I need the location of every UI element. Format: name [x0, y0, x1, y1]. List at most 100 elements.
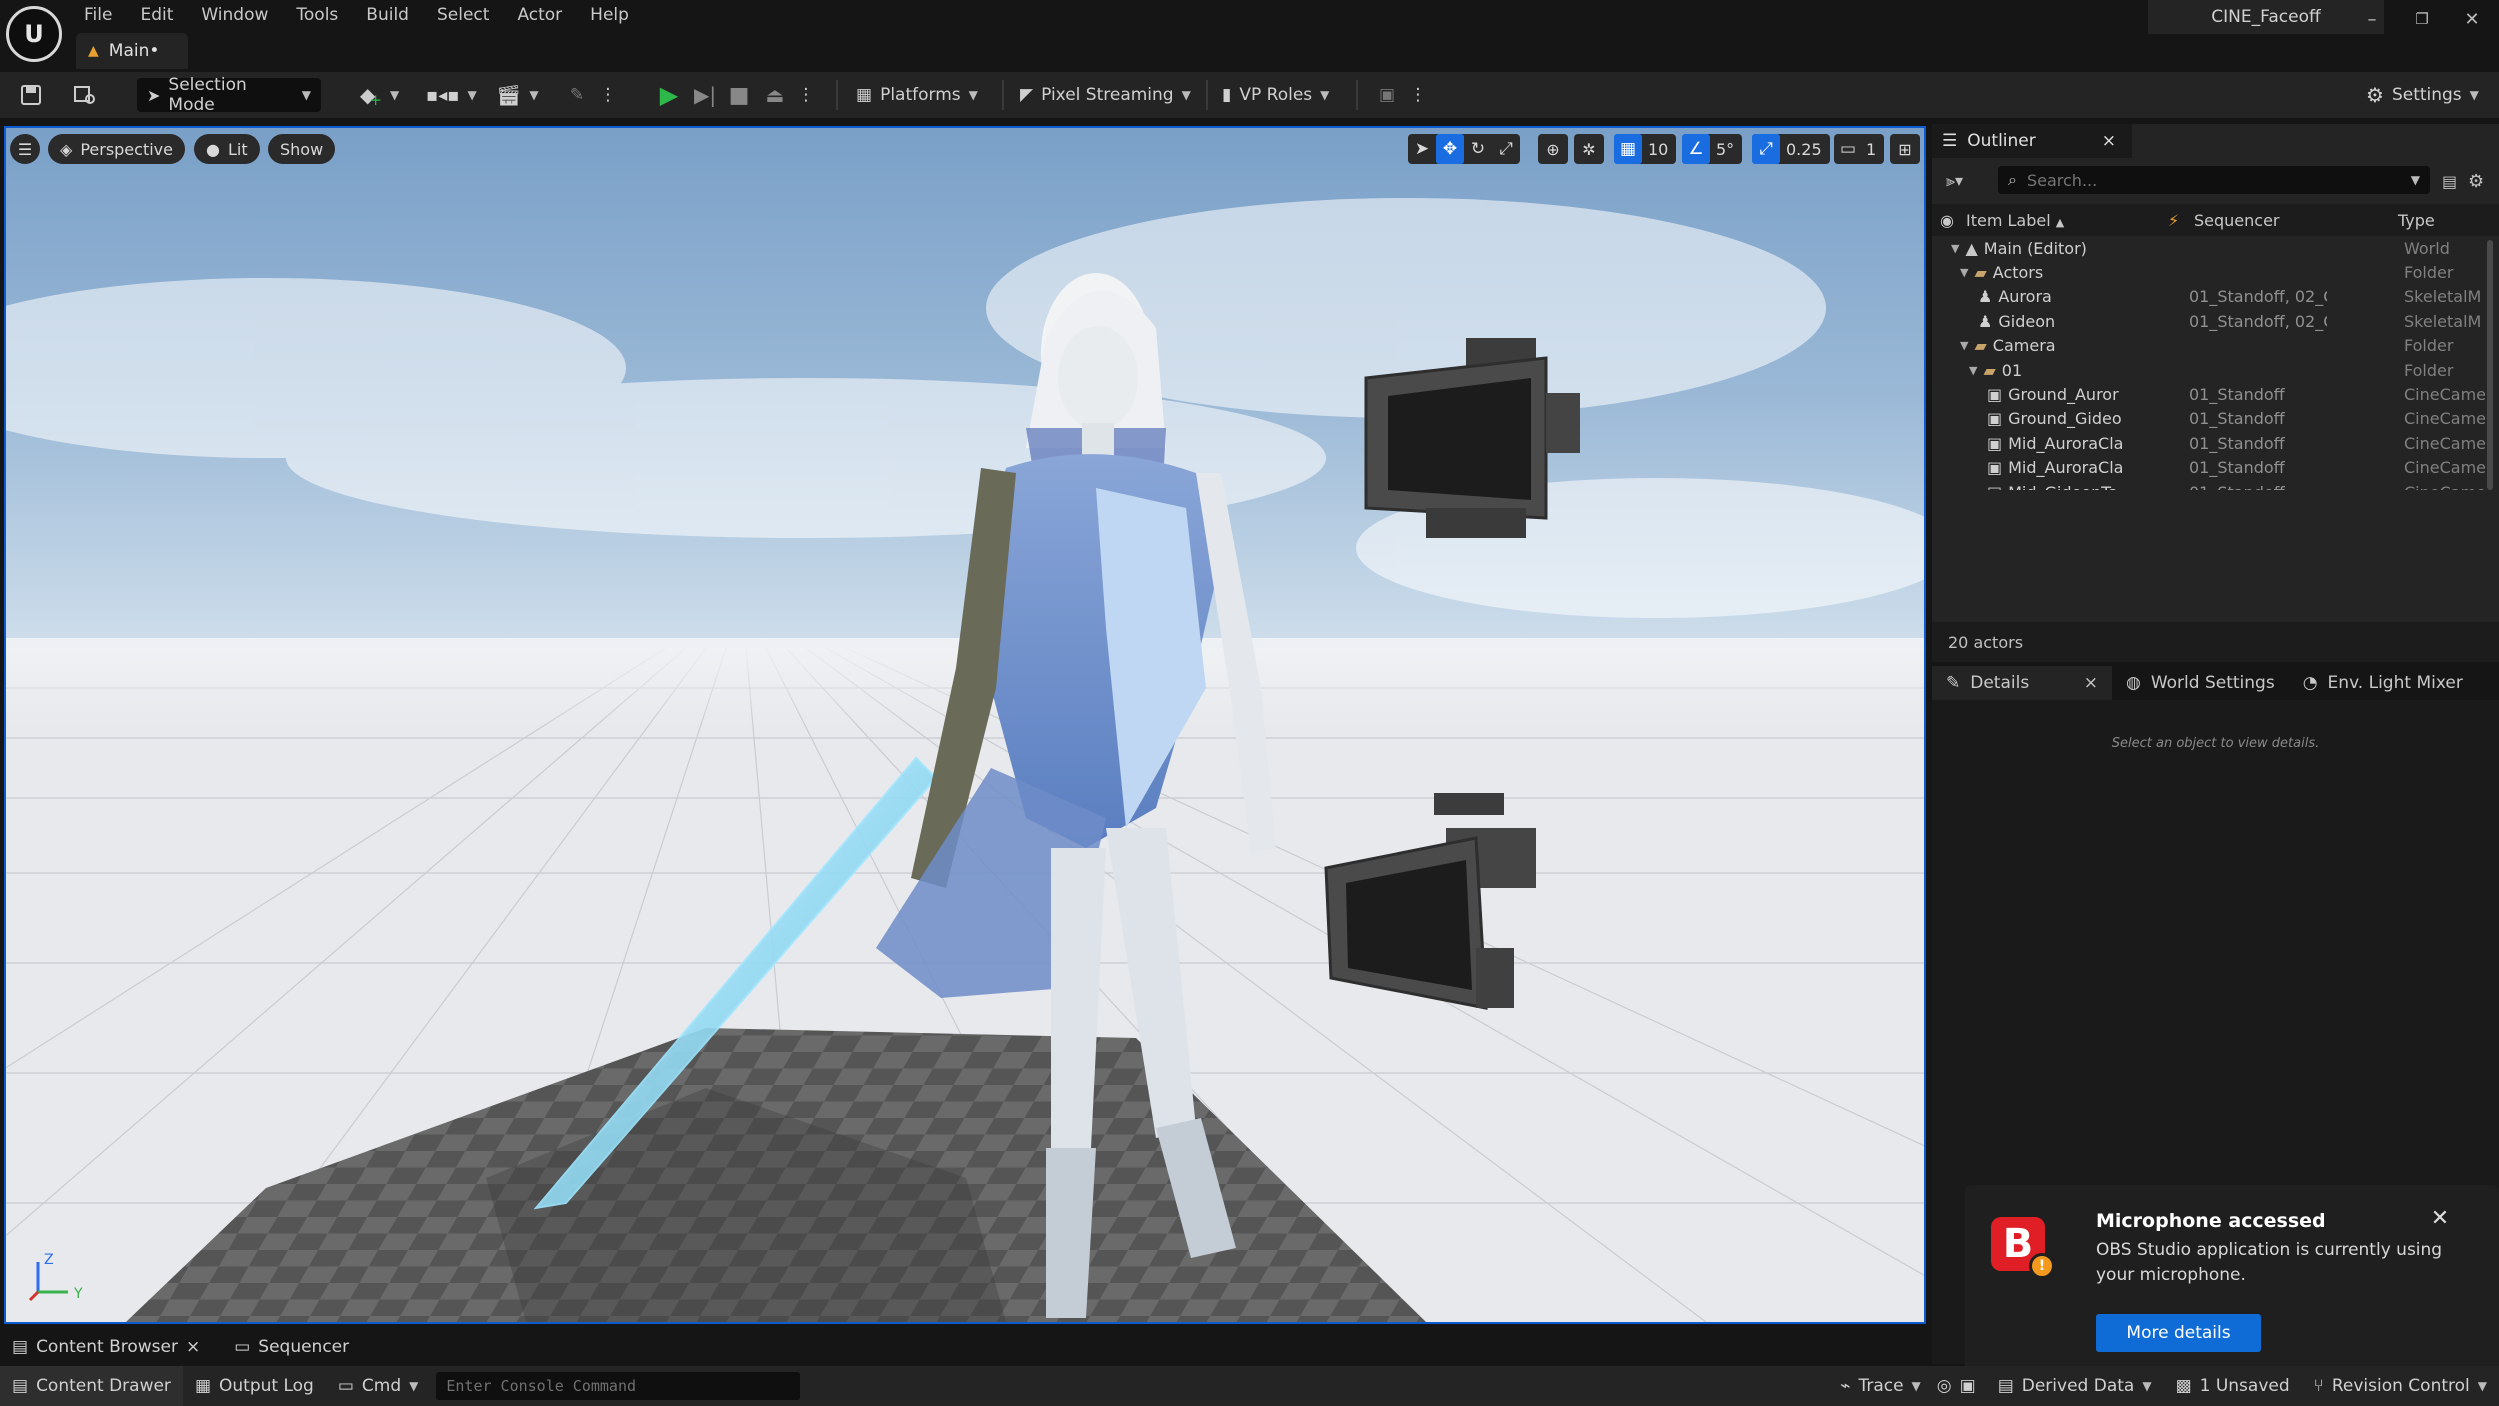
minimize-button[interactable]: – [2352, 4, 2392, 34]
transform-tools: ➤ ✥ ↻ ⤢ [1408, 134, 1520, 164]
world-local-icon[interactable]: ⊕ [1538, 134, 1568, 164]
tree-row[interactable]: ▼ ▲ Main (Editor) World [1932, 236, 2499, 260]
camera-speed-button[interactable]: ▭ 1 [1834, 134, 1885, 164]
menu-window[interactable]: Window [187, 2, 282, 28]
step-forward-icon[interactable]: ▶| [688, 78, 722, 112]
tree-row[interactable]: ♟Aurora 01_Standoff, 02_Charge, 03 Skeleta… [1932, 285, 2499, 309]
rotate-icon[interactable]: ↻ [1464, 134, 1492, 164]
menu-select[interactable]: Select [423, 2, 503, 28]
expand-arrow-icon[interactable]: ▼ [1960, 266, 1968, 279]
close-tab-icon[interactable]: × [2084, 673, 2098, 693]
level-tab[interactable]: ▲ Main• [76, 33, 188, 69]
perspective-button[interactable]: ◈ Perspective [48, 134, 185, 164]
column-item-label[interactable]: Item Label ▲ [1966, 211, 2064, 230]
more-options-icon[interactable]: ⋮ [1410, 78, 1427, 112]
tree-row[interactable]: ▣ Mid_AuroraCla 01_Standoff CineCame [1932, 456, 2499, 480]
close-button[interactable]: ✕ [2452, 4, 2492, 34]
grid-snap-button[interactable]: ▦ 10 [1614, 134, 1677, 164]
column-type[interactable]: Type [2398, 211, 2435, 230]
gear-icon[interactable]: ⚙ [2468, 168, 2484, 194]
expand-arrow-icon[interactable]: ▼ [1969, 364, 1977, 377]
settings-dropdown[interactable]: ⚙ Settings ▼ [2366, 78, 2479, 112]
rotation-snap-button[interactable]: ∠ 5° [1682, 134, 1743, 164]
column-sequencer[interactable]: Sequencer [2194, 211, 2280, 230]
unsaved-button[interactable]: ▩ 1 Unsaved [2164, 1376, 2302, 1396]
menu-build[interactable]: Build [352, 2, 423, 28]
surface-snap-icon[interactable]: ✲ [1574, 134, 1604, 164]
tree-row[interactable]: ▼ ▰ Actors Folder [1932, 260, 2499, 284]
play-icon[interactable]: ▶ [652, 78, 686, 112]
unreal-logo-icon[interactable]: U [6, 6, 62, 62]
tab-sequencer[interactable]: ▭ Sequencer [222, 1330, 361, 1364]
scale-icon[interactable]: ⤢ [1492, 134, 1520, 164]
scale-snap-button[interactable]: ⤢ 0.25 [1752, 134, 1830, 164]
more-details-button[interactable]: More details [2096, 1314, 2261, 1352]
translate-icon[interactable]: ✥ [1436, 134, 1464, 164]
trace-dropdown[interactable]: ⌁ Trace ▼ [1828, 1376, 1933, 1396]
cmd-dropdown[interactable]: ▭ Cmd ▼ [326, 1376, 431, 1396]
menu-actor[interactable]: Actor [503, 2, 576, 28]
new-folder-icon[interactable]: ▤ [2442, 168, 2457, 194]
clapperboard-icon: ▭ [234, 1337, 251, 1357]
vp-roles-dropdown[interactable]: ▮ VP Roles ▼ [1222, 78, 1329, 112]
tree-row[interactable]: ▣ Ground_Auror 01_Standoff CineCame [1932, 382, 2499, 406]
tree-row[interactable]: ▣ Mid_GideonTa 01_Standoff CineCame [1932, 480, 2499, 490]
tab-details[interactable]: ✎ Details × [1932, 666, 2112, 700]
outliner-scrollbar[interactable] [2487, 240, 2493, 490]
tree-row[interactable]: ▼ ▰ Camera Folder [1932, 334, 2499, 358]
tab-env-light-mixer[interactable]: ◔ Env. Light Mixer [2289, 666, 2477, 700]
menu-tools[interactable]: Tools [282, 2, 352, 28]
visibility-eye-icon[interactable]: ◉ [1940, 211, 1954, 230]
tree-row[interactable]: ▼ ▰ 01 Folder [1932, 358, 2499, 382]
filter-icon[interactable]: ⫸▾ [1946, 168, 1963, 194]
chevron-down-icon[interactable]: ▼ [2411, 173, 2420, 187]
virtual-scouting-icon[interactable]: ▣ [1372, 78, 1402, 112]
close-tab-icon[interactable]: × [186, 1337, 200, 1357]
save-icon[interactable] [14, 78, 48, 112]
tree-row-type: CineCame [2404, 483, 2494, 490]
select-cursor-icon[interactable]: ➤ [1408, 134, 1436, 164]
derived-data-dropdown[interactable]: ▤ Derived Data ▼ [1986, 1376, 2164, 1396]
add-actor-button[interactable]: ◆ + ▼ [360, 78, 399, 112]
more-options-icon[interactable]: ⋮ [600, 78, 617, 112]
blueprints-button[interactable]: ▪◂▪ ▼ [426, 78, 477, 112]
level-viewport[interactable]: ☰ ◈ Perspective ● Lit Show ➤ ✥ ↻ ⤢ ⊕ ✲ ▦… [4, 126, 1926, 1324]
selection-mode-dropdown[interactable]: ➤ Selection Mode ▼ [137, 75, 321, 115]
viewport-menu-icon[interactable]: ☰ [10, 134, 40, 164]
close-icon[interactable]: ✕ [2425, 1203, 2455, 1233]
tree-row[interactable]: ▣ Ground_Gideo 01_Standoff CineCame [1932, 407, 2499, 431]
browse-level-icon[interactable] [68, 78, 102, 112]
viewport-layout-icon[interactable]: ⊞ [1890, 134, 1920, 164]
viewport-scene[interactable] [6, 128, 1924, 1322]
output-log-button[interactable]: ▦ Output Log [183, 1376, 326, 1396]
stop-icon[interactable]: ■ [724, 78, 754, 112]
content-drawer-button[interactable]: ▤ Content Drawer [0, 1366, 183, 1406]
modeling-icon[interactable]: ✎ [562, 78, 592, 112]
record-icon[interactable]: ◎ [1933, 1376, 1956, 1396]
platforms-dropdown[interactable]: ▦ Platforms ▼ [856, 78, 978, 112]
console-command-input[interactable]: Enter Console Command [436, 1372, 801, 1400]
tab-world-settings[interactable]: ◍ World Settings [2112, 666, 2289, 700]
menu-edit[interactable]: Edit [126, 2, 187, 28]
restore-button[interactable]: ❐ [2402, 4, 2442, 34]
tree-row[interactable]: ♟Gideon 01_Standoff, 02_Charge, 03 Skeleta… [1932, 309, 2499, 333]
outliner-search-input[interactable] [2026, 170, 2401, 190]
play-options-icon[interactable]: ⋮ [798, 78, 815, 112]
screenshot-icon[interactable]: ▣ [1956, 1376, 1986, 1396]
expand-arrow-icon[interactable]: ▼ [1960, 339, 1968, 352]
outliner-search-box[interactable]: ⌕ ▼ [1998, 166, 2430, 194]
cinematics-button[interactable]: 🎬︎ ▼ [496, 78, 539, 112]
globe-icon: ◍ [2126, 673, 2141, 693]
outliner-tab[interactable]: ☰ Outliner × [1932, 124, 2132, 158]
pixel-streaming-dropdown[interactable]: ◤ Pixel Streaming ▼ [1020, 78, 1191, 112]
eject-icon[interactable]: ⏏ [758, 78, 792, 112]
tree-row[interactable]: ▣ Mid_AuroraCla 01_Standoff CineCame [1932, 431, 2499, 455]
show-button[interactable]: Show [268, 134, 336, 164]
view-mode-button[interactable]: ● Lit [194, 134, 260, 164]
revision-control-dropdown[interactable]: ⑂ Revision Control ▼ [2302, 1376, 2499, 1396]
tab-content-browser[interactable]: ▤ Content Browser × [0, 1330, 212, 1364]
expand-arrow-icon[interactable]: ▼ [1951, 242, 1959, 255]
menu-file[interactable]: File [70, 2, 126, 28]
menu-help[interactable]: Help [576, 2, 643, 28]
close-tab-icon[interactable]: × [2102, 131, 2116, 151]
